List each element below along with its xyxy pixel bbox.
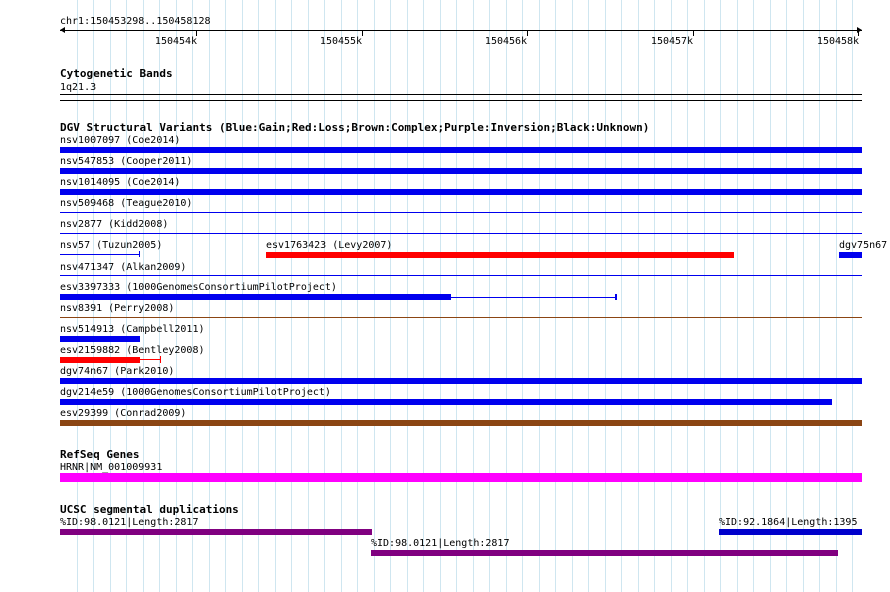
variant-label[interactable]: nsv471347 (Alkan2009): [60, 262, 186, 273]
variant-label[interactable]: dgv214e59 (1000GenomesConsortiumPilotPro…: [60, 387, 331, 398]
variant-label[interactable]: nsv1007097 (Coe2014): [60, 135, 180, 146]
cytoband-label[interactable]: 1q21.3: [60, 82, 96, 93]
segdup-label[interactable]: %ID:98.0121|Length:2817: [60, 517, 198, 528]
variant-gain-line: [451, 297, 616, 298]
variant-gain-bar[interactable]: [60, 168, 862, 174]
cytoband-track-title: Cytogenetic Bands: [60, 67, 173, 80]
variant-label[interactable]: dgv75n67: [839, 240, 887, 251]
variant-label[interactable]: nsv509468 (Teague2010): [60, 198, 192, 209]
variant-label[interactable]: nsv514913 (Campbell2011): [60, 324, 205, 335]
variant-gain-bar[interactable]: [60, 294, 451, 300]
variant-gain-bar[interactable]: [60, 147, 862, 153]
segdup-bar[interactable]: [719, 529, 862, 535]
variant-label[interactable]: esv29399 (Conrad2009): [60, 408, 186, 419]
variant-complex-line[interactable]: [60, 317, 862, 318]
tick-label: 150457k: [650, 36, 694, 47]
variant-label[interactable]: nsv547853 (Cooper2011): [60, 156, 192, 167]
scale-tick: [527, 30, 528, 36]
variant-label[interactable]: esv2159882 (Bentley2008): [60, 345, 205, 356]
genome-browser-view: chr1:150453298..150458128 150454k 150455…: [0, 0, 890, 592]
gene-label[interactable]: HRNR|NM_001009931: [60, 462, 162, 473]
variant-label[interactable]: nsv8391 (Perry2008): [60, 303, 174, 314]
variant-gain-bar[interactable]: [60, 399, 832, 405]
dgv-track-title: DGV Structural Variants (Blue:Gain;Red:L…: [60, 121, 650, 134]
variant-gain-bar[interactable]: [60, 378, 862, 384]
variant-gain-bar[interactable]: [839, 252, 862, 258]
tick-label: 150458k: [816, 36, 860, 47]
variant-loss-bar[interactable]: [266, 252, 734, 258]
variant-end-tick: [615, 294, 617, 300]
variant-label[interactable]: esv1763423 (Levy2007): [266, 240, 392, 251]
scale-left-arrow-icon: [60, 27, 65, 33]
refseq-track-title: RefSeq Genes: [60, 448, 140, 461]
segdup-bar[interactable]: [60, 529, 372, 535]
variant-loss-bar[interactable]: [60, 357, 140, 363]
variant-gain-line[interactable]: [60, 233, 862, 234]
variant-gain-bar[interactable]: [60, 189, 862, 195]
variant-loss-line: [140, 359, 161, 360]
locus-label: chr1:150453298..150458128: [60, 16, 211, 27]
variant-gain-line[interactable]: [60, 254, 140, 255]
variant-label[interactable]: esv3397333 (1000GenomesConsortiumPilotPr…: [60, 282, 337, 293]
scale-line: [60, 30, 862, 31]
variant-gain-line[interactable]: [60, 275, 862, 276]
variant-label[interactable]: nsv57 (Tuzun2005): [60, 240, 162, 251]
segdup-bar[interactable]: [371, 550, 838, 556]
gene-bar[interactable]: [60, 473, 862, 482]
variant-label[interactable]: nsv1014095 (Coe2014): [60, 177, 180, 188]
segdup-label[interactable]: %ID:98.0121|Length:2817: [371, 538, 509, 549]
segdup-label[interactable]: %ID:92.1864|Length:1395: [719, 517, 857, 528]
variant-gain-line[interactable]: [60, 212, 862, 213]
variant-gain-bar[interactable]: [60, 336, 140, 342]
segdup-track-title: UCSC segmental duplications: [60, 503, 239, 516]
tick-label: 150454k: [154, 36, 198, 47]
tick-label: 150455k: [319, 36, 363, 47]
scale-tick: [693, 30, 694, 36]
cytoband-band[interactable]: [60, 94, 862, 95]
variant-label[interactable]: dgv74n67 (Park2010): [60, 366, 174, 377]
tick-label: 150456k: [484, 36, 528, 47]
variant-end-tick: [160, 356, 161, 363]
scale-tick: [362, 30, 363, 36]
variant-complex-bar[interactable]: [60, 420, 862, 426]
variant-end-tick: [139, 251, 140, 257]
variant-label[interactable]: nsv2877 (Kidd2008): [60, 219, 168, 230]
cytoband-band: [60, 100, 862, 101]
